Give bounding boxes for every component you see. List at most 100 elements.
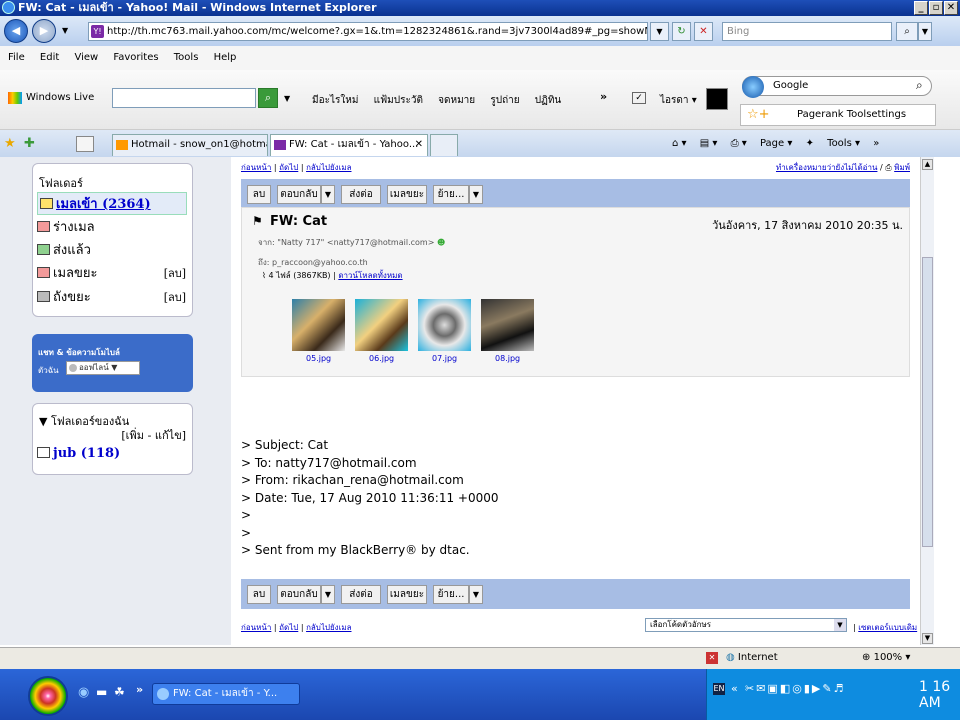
move-dropdown-bottom-icon[interactable]: ▼	[469, 585, 483, 604]
quicklaunch-more[interactable]: »	[136, 683, 143, 696]
tab-close-icon[interactable]: ✕	[415, 135, 423, 155]
stop-icon[interactable]: ✕	[694, 22, 713, 41]
toolbar-more[interactable]: »	[873, 138, 879, 149]
print-small-icon[interactable]: ⎙	[885, 163, 891, 172]
live-user[interactable]: ไอรดา ▾	[660, 93, 697, 108]
attachment-name-06[interactable]: 06.jpg	[369, 354, 394, 363]
chat-status-select[interactable]: ออฟไลน์ ▼	[66, 361, 140, 375]
back-to-mail-link-bottom[interactable]: กลับไปยังเมล	[306, 623, 351, 632]
tab-hotmail[interactable]: Hotmail - snow_on1@hotmail....	[112, 134, 268, 156]
prev-link[interactable]: ก่อนหน้า	[241, 163, 271, 172]
encoding-link[interactable]: เซตเตอร์แบบเดิม	[858, 623, 917, 632]
menu-edit[interactable]: Edit	[40, 52, 59, 63]
folder-jub[interactable]: jub (118)	[37, 446, 120, 461]
address-dropdown-icon[interactable]: ▼	[650, 22, 669, 41]
back-button[interactable]: ◀	[4, 19, 28, 43]
add-favorites-icon[interactable]: ✚	[24, 136, 35, 151]
attachment-name-07[interactable]: 07.jpg	[432, 354, 457, 363]
windows-live-brand[interactable]: Windows Live	[26, 92, 94, 103]
google-search-input[interactable]: Google	[742, 76, 932, 96]
desktop-quicklaunch-icon[interactable]: ▬	[96, 685, 107, 699]
live-nav-photos[interactable]: รูปถ่าย	[490, 95, 519, 106]
folder-spam[interactable]: เมลขยะ	[37, 262, 97, 283]
forward-button[interactable]: ▶	[32, 19, 56, 43]
bing-search-input[interactable]: Bing	[722, 22, 892, 41]
taskbar-ie-window[interactable]: FW: Cat - เมลเข้า - Y...	[152, 683, 300, 705]
maximize-button[interactable]: ▫	[929, 1, 943, 15]
reply-dropdown-bottom-icon[interactable]: ▼	[321, 585, 335, 604]
folder-drafts[interactable]: ร่างเมล	[37, 216, 95, 237]
safety-icon[interactable]: ✦	[806, 138, 814, 149]
feeds-icon[interactable]: ▤ ▾	[700, 138, 718, 149]
home-icon[interactable]: ⌂ ▾	[672, 138, 687, 149]
live-search-dropdown-icon[interactable]: ▼	[284, 94, 290, 103]
print-link[interactable]: พิมพ์	[894, 163, 910, 172]
internet-zone[interactable]: ◍ Internet	[726, 648, 778, 668]
menu-tools[interactable]: Tools	[174, 52, 199, 63]
tray-icons[interactable]: ✂✉▣◧◎▮▶✎♬	[745, 682, 845, 695]
spam-button[interactable]: เมลขยะ	[387, 185, 427, 204]
next-link-bottom[interactable]: ถัดไป	[279, 623, 298, 632]
minimize-button[interactable]: _	[914, 1, 928, 15]
attachment-thumb-05[interactable]	[292, 299, 345, 351]
mark-unread-link[interactable]: ทำเครื่องหมายว่ายังไม่ได้อ่าน	[776, 163, 877, 172]
history-dropdown-icon[interactable]: ▼	[62, 26, 68, 35]
live-nav-profile[interactable]: แฟ้มประวัติ	[374, 95, 423, 106]
scroll-thumb[interactable]	[922, 257, 933, 547]
flag-icon[interactable]: ⚑	[252, 214, 263, 228]
delete-button-bottom[interactable]: ลบ	[247, 585, 271, 604]
vertical-scrollbar[interactable]: ▲ ▼	[920, 157, 934, 645]
move-dropdown-icon[interactable]: ▼	[469, 185, 483, 204]
encoding-select[interactable]: เลือกโค้ดตัวอักษร ▼	[645, 618, 847, 632]
folder-sent[interactable]: ส่งแล้ว	[37, 239, 91, 260]
live-search-input[interactable]	[112, 88, 256, 108]
my-folders-title[interactable]: ▼ โฟลเดอร์ของฉัน	[39, 412, 129, 430]
refresh-icon[interactable]: ↻	[672, 22, 691, 41]
live-nav-whats-new[interactable]: มีอะไรใหม่	[312, 95, 358, 106]
scroll-up-icon[interactable]: ▲	[922, 159, 933, 170]
toolsettings-button[interactable]: Toolsettings	[847, 109, 906, 120]
attachment-name-08[interactable]: 08.jpg	[495, 354, 520, 363]
pagerank-button[interactable]: Pagerank	[797, 109, 844, 120]
print-icon[interactable]: ⎙ ▾	[731, 138, 747, 149]
next-link[interactable]: ถัดไป	[279, 163, 298, 172]
tab-yahoo-mail[interactable]: FW: Cat - เมลเข้า - Yahoo... ✕	[270, 134, 428, 156]
move-button-bottom[interactable]: ย้าย...	[433, 585, 469, 604]
download-all-link[interactable]: ดาวน์โหลดทั้งหมด	[338, 271, 402, 280]
live-search-go-icon[interactable]: ⌕	[258, 88, 278, 108]
messenger-quicklaunch-icon[interactable]: ☘	[114, 685, 125, 699]
ie-quicklaunch-icon[interactable]: ◉	[78, 685, 89, 700]
menu-view[interactable]: View	[74, 52, 98, 63]
menu-favorites[interactable]: Favorites	[113, 52, 158, 63]
search-icon[interactable]: ⌕	[896, 22, 918, 41]
close-button[interactable]: ✕	[944, 1, 958, 15]
menu-file[interactable]: File	[8, 52, 25, 63]
checkbox-icon[interactable]: ✓	[632, 92, 646, 104]
move-button[interactable]: ย้าย...	[433, 185, 469, 204]
folder-trash[interactable]: ถังขยะ	[37, 286, 91, 307]
zoom-level[interactable]: ⊕ 100% ▾	[862, 648, 910, 668]
my-folders-edit[interactable]: [เพิ่ม - แก้ไข]	[121, 426, 186, 444]
attachment-thumb-06[interactable]	[355, 299, 408, 351]
favorites-star-icon[interactable]: ★	[4, 136, 16, 151]
popup-blocked-icon[interactable]: ✕	[706, 652, 718, 664]
attachment-thumb-07[interactable]	[418, 299, 471, 351]
reply-button-bottom[interactable]: ตอบกลับ	[277, 585, 321, 604]
menu-help[interactable]: Help	[214, 52, 237, 63]
start-button[interactable]	[28, 676, 68, 716]
empty-trash-link[interactable]: [ลบ]	[164, 288, 186, 306]
quick-tabs-icon[interactable]	[76, 136, 94, 152]
live-more[interactable]: »	[600, 90, 607, 103]
from-address[interactable]: "Natty 717" <natty717@hotmail.com>	[277, 238, 434, 247]
attachment-thumb-08[interactable]	[481, 299, 534, 351]
tray-expand-icon[interactable]: «	[731, 682, 738, 695]
reply-dropdown-icon[interactable]: ▼	[321, 185, 335, 204]
tools-menu[interactable]: Tools ▾	[827, 138, 860, 149]
star-plus-icon[interactable]: ☆+	[747, 105, 770, 125]
live-nav-mail[interactable]: จดหมาย	[438, 95, 475, 106]
empty-spam-link[interactable]: [ลบ]	[164, 264, 186, 282]
live-nav-calendar[interactable]: ปฏิทิน	[535, 95, 562, 106]
clock[interactable]: 1 16 AM	[919, 679, 960, 711]
scroll-down-icon[interactable]: ▼	[922, 633, 933, 644]
delete-button[interactable]: ลบ	[247, 185, 271, 204]
